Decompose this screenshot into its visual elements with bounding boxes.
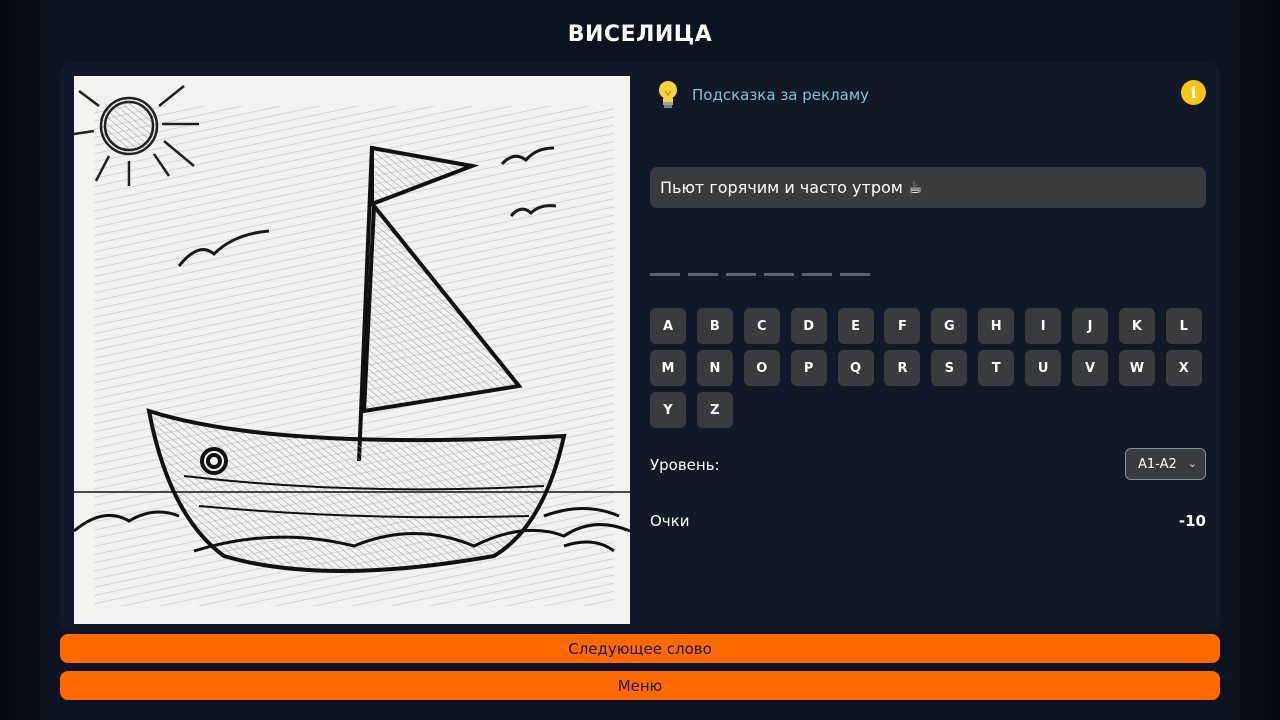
key-s[interactable]: S	[931, 350, 968, 386]
key-u[interactable]: U	[1025, 350, 1062, 386]
lightbulb-icon	[654, 78, 682, 112]
level-label: Уровень:	[650, 456, 720, 474]
letter-slot	[726, 273, 756, 276]
key-o[interactable]: O	[743, 350, 780, 386]
left-edge	[0, 0, 40, 720]
word-slots	[650, 273, 870, 276]
key-x[interactable]: X	[1165, 350, 1202, 386]
key-v[interactable]: V	[1072, 350, 1109, 386]
letter-slot	[840, 273, 870, 276]
hint-ad-button[interactable]: Подсказка за рекламу	[654, 78, 869, 112]
key-g[interactable]: G	[931, 308, 968, 344]
key-t[interactable]: T	[978, 350, 1015, 386]
letter-keyboard: A B C D E F G H I J K L M N O P Q R S T …	[650, 308, 1210, 428]
key-d[interactable]: D	[790, 308, 827, 344]
hint-label: Подсказка за рекламу	[692, 86, 870, 104]
score-label: Очки	[650, 512, 690, 530]
key-w[interactable]: W	[1118, 350, 1155, 386]
key-c[interactable]: C	[743, 308, 780, 344]
key-r[interactable]: R	[884, 350, 921, 386]
chevron-down-icon: ⌄	[1187, 457, 1197, 470]
key-j[interactable]: J	[1072, 308, 1109, 344]
key-m[interactable]: M	[650, 350, 686, 386]
sailboat-sketch	[74, 76, 630, 624]
key-p[interactable]: P	[790, 350, 827, 386]
key-y[interactable]: Y	[650, 392, 686, 428]
key-l[interactable]: L	[1165, 308, 1202, 344]
page-title: ВИСЕЛИЦА	[567, 22, 713, 47]
key-i[interactable]: I	[1025, 308, 1062, 344]
letter-slot	[802, 273, 832, 276]
key-a[interactable]: A	[650, 308, 686, 344]
letter-slot	[764, 273, 794, 276]
menu-button[interactable]: Меню	[60, 671, 1220, 700]
level-select[interactable]: A1-A2 ⌄	[1125, 448, 1206, 480]
clue-box: Пьют горячим и часто утром ☕	[650, 167, 1206, 208]
key-f[interactable]: F	[884, 308, 921, 344]
score-value: -10	[1178, 512, 1206, 530]
info-glyph: i	[1190, 83, 1197, 102]
right-edge	[1240, 0, 1280, 720]
hangman-drawing	[74, 76, 630, 624]
key-q[interactable]: Q	[837, 350, 874, 386]
key-z[interactable]: Z	[696, 392, 733, 428]
key-k[interactable]: K	[1118, 308, 1155, 344]
key-b[interactable]: B	[696, 308, 733, 344]
letter-slot	[650, 273, 680, 276]
key-e[interactable]: E	[837, 308, 874, 344]
key-n[interactable]: N	[696, 350, 733, 386]
letter-slot	[688, 273, 718, 276]
key-h[interactable]: H	[978, 308, 1015, 344]
info-icon[interactable]: i	[1181, 80, 1206, 105]
level-value: A1-A2	[1138, 456, 1177, 472]
clue-text: Пьют горячим и часто утром ☕	[660, 178, 923, 197]
next-word-button[interactable]: Следующее слово	[60, 634, 1220, 663]
